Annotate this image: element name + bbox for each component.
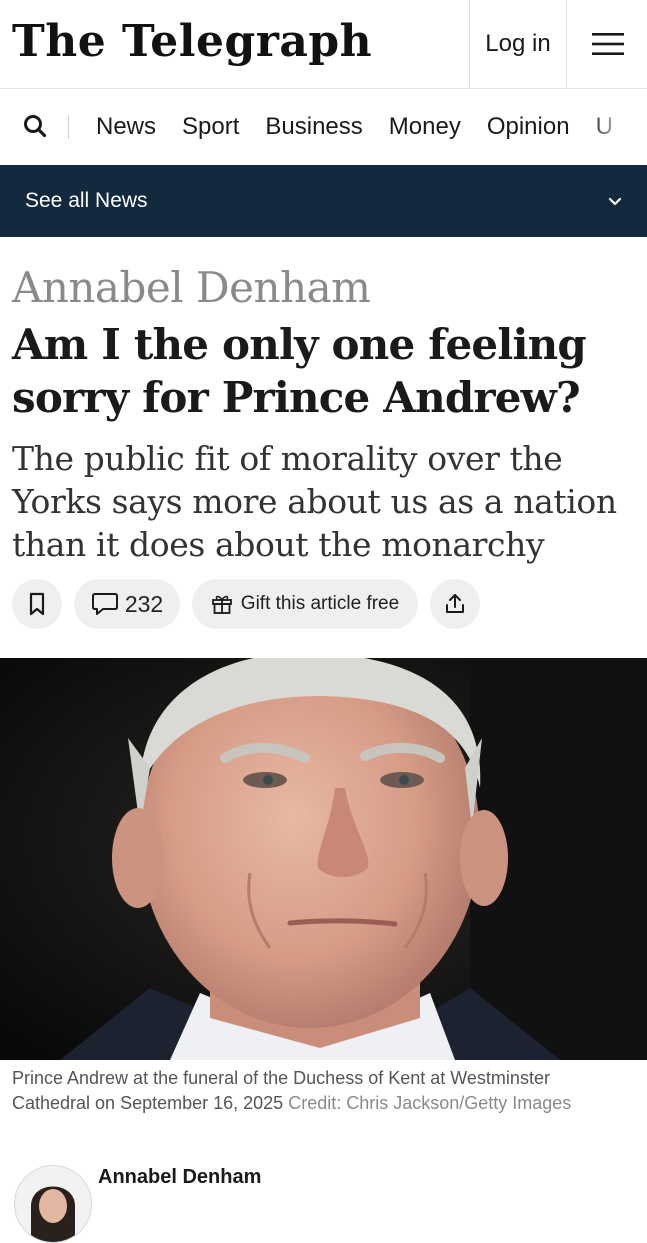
section-nav: News Sport Business Money Opinion U xyxy=(0,89,647,164)
comments-button[interactable]: 232 xyxy=(74,579,180,629)
bookmark-icon xyxy=(29,592,45,616)
article-actions: 232 Gift this article free xyxy=(12,579,480,629)
nav-fade xyxy=(587,89,647,164)
comment-icon xyxy=(91,593,118,615)
nav-item-news[interactable]: News xyxy=(96,113,156,141)
login-button[interactable]: Log in xyxy=(469,0,566,88)
gift-icon xyxy=(211,595,232,614)
bookmark-button[interactable] xyxy=(12,579,62,629)
see-all-news-label: See all News xyxy=(25,189,148,212)
comment-count: 232 xyxy=(124,590,164,617)
menu-button[interactable] xyxy=(566,0,647,88)
author-portrait xyxy=(15,1166,91,1242)
search-icon xyxy=(24,115,47,138)
image-credit: Credit: Chris Jackson/Getty Images xyxy=(288,1093,572,1113)
author-avatar[interactable] xyxy=(14,1165,92,1243)
nav-item-opinion[interactable]: Opinion xyxy=(487,113,570,141)
site-header: The Telegraph Log in xyxy=(0,0,647,89)
gift-article-button[interactable]: Gift this article free xyxy=(192,579,418,629)
author-name[interactable]: Annabel Denham xyxy=(98,1166,261,1189)
article-headline: Am I the only one feeling sorry for Prin… xyxy=(12,320,587,422)
portrait-photo xyxy=(0,658,647,1060)
chevron-down-icon xyxy=(608,197,622,206)
article-standfirst: The public fit of morality over the York… xyxy=(12,439,617,564)
nav-item-business[interactable]: Business xyxy=(265,113,362,141)
see-all-news-dropdown[interactable]: See all News xyxy=(0,165,647,237)
share-button[interactable] xyxy=(430,579,480,629)
search-button[interactable] xyxy=(22,113,48,139)
hamburger-icon xyxy=(591,33,624,55)
article-hero-image[interactable] xyxy=(0,658,647,1060)
nav-divider xyxy=(68,115,69,139)
nav-item-sport[interactable]: Sport xyxy=(182,113,239,141)
nav-item-money[interactable]: Money xyxy=(389,113,461,141)
gift-label: Gift this article free xyxy=(240,593,400,614)
share-icon xyxy=(446,594,464,613)
image-caption: Prince Andrew at the funeral of the Duch… xyxy=(12,1066,632,1116)
telegraph-logo[interactable]: The Telegraph xyxy=(12,12,372,72)
author-kicker[interactable]: Annabel Denham xyxy=(12,262,371,314)
